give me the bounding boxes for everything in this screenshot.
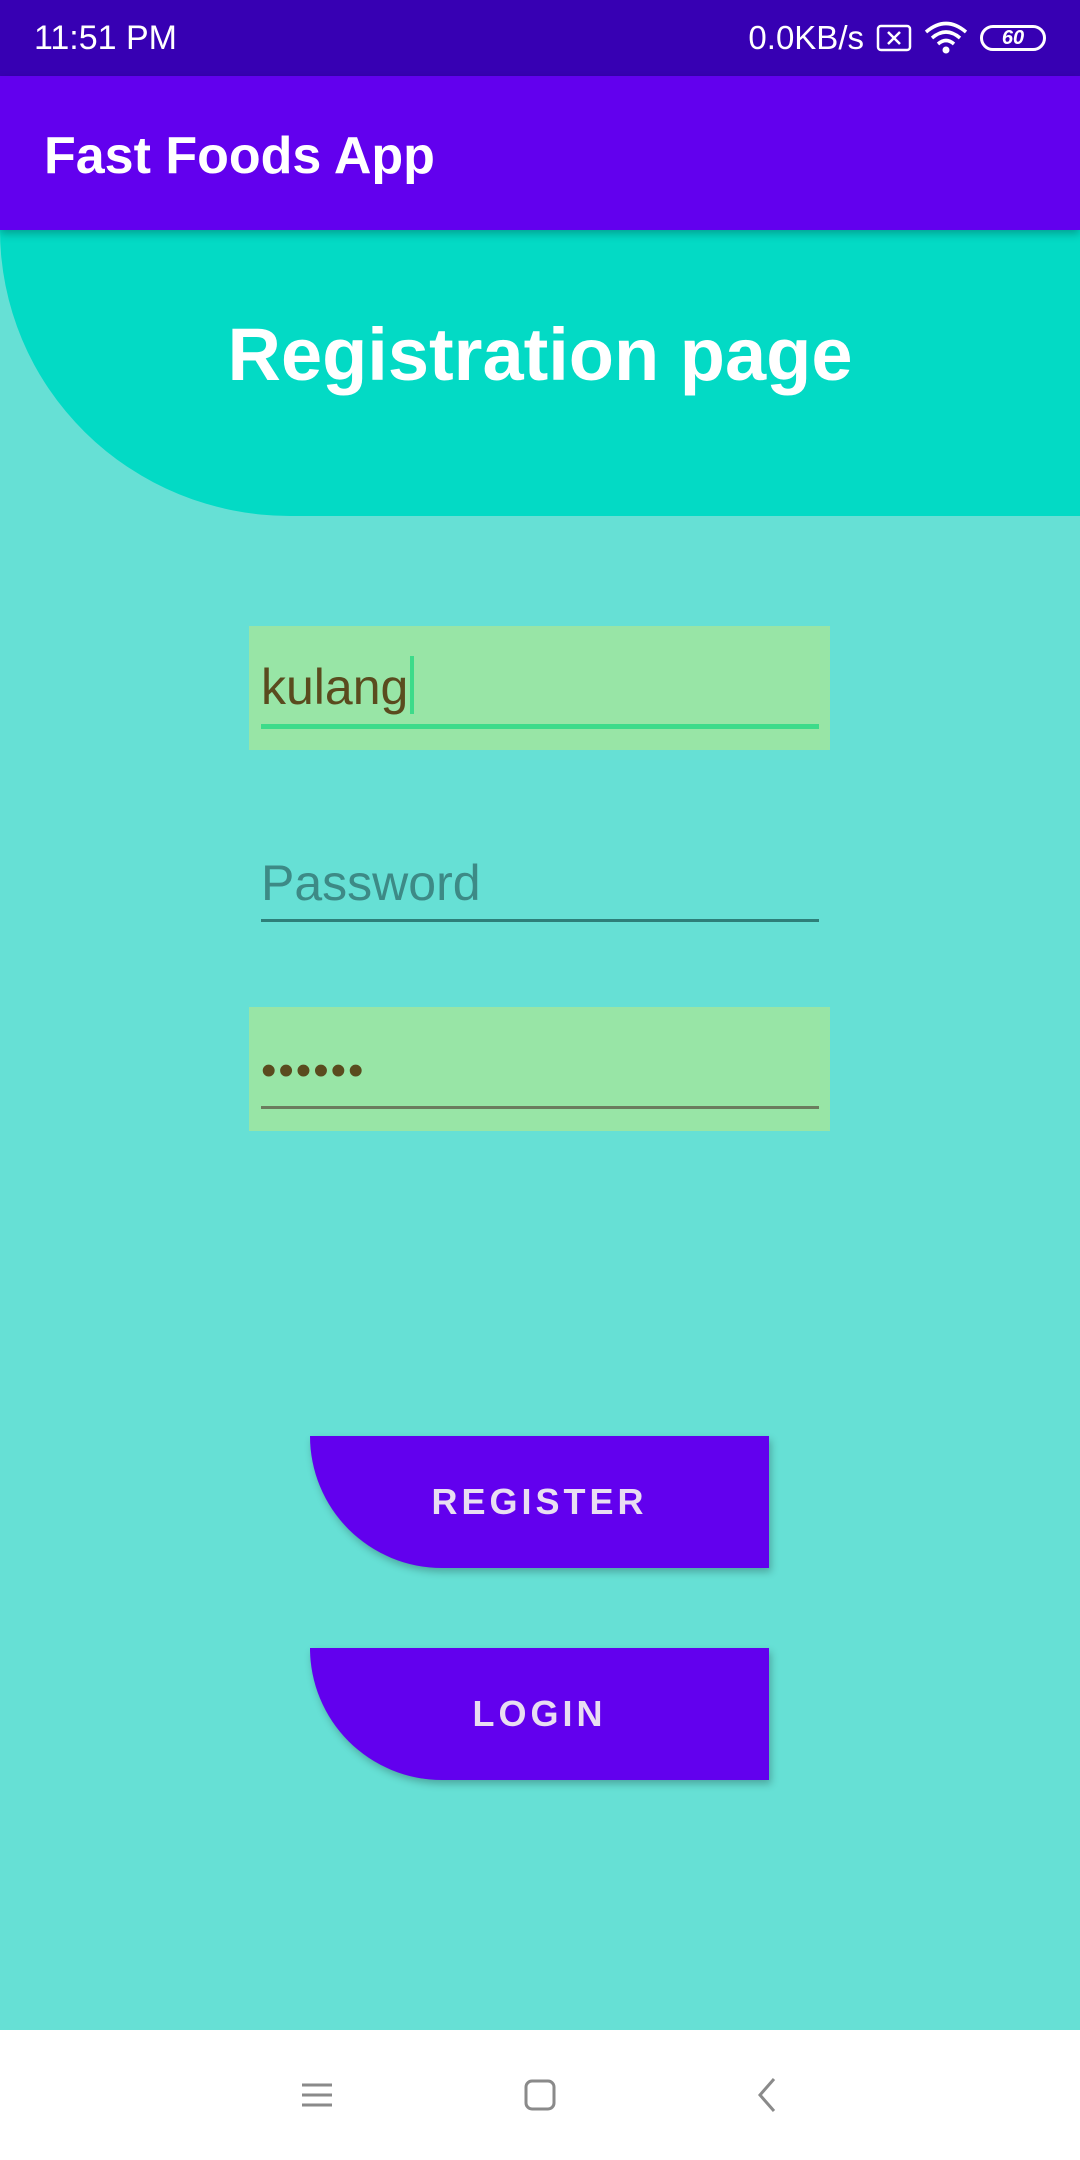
confirm-password-underline bbox=[261, 1106, 819, 1109]
app-title: Fast Foods App bbox=[44, 127, 435, 185]
status-icons: 0.0KB/s 60 bbox=[748, 18, 1046, 58]
battery-icon: 60 bbox=[980, 25, 1046, 51]
password-field[interactable]: Password bbox=[249, 825, 830, 949]
username-underline bbox=[261, 724, 819, 729]
login-button[interactable]: LOGIN bbox=[310, 1648, 769, 1780]
home-icon[interactable] bbox=[510, 2065, 570, 2125]
confirm-password-field[interactable]: •••••• bbox=[249, 1007, 830, 1131]
register-button[interactable]: REGISTER bbox=[310, 1436, 769, 1568]
wifi-icon bbox=[924, 21, 968, 55]
status-time: 11:51 PM bbox=[34, 19, 178, 57]
back-icon[interactable] bbox=[737, 2065, 797, 2125]
network-speed: 0.0KB/s bbox=[748, 19, 864, 56]
password-placeholder: Password bbox=[261, 855, 481, 911]
battery-level: 60 bbox=[1001, 26, 1025, 49]
username-field[interactable]: kulang bbox=[249, 626, 830, 750]
username-value: kulang bbox=[261, 659, 409, 715]
navigation-bar bbox=[0, 2030, 1080, 2160]
page-title: Registration page bbox=[227, 313, 853, 396]
menu-icon[interactable] bbox=[287, 2065, 347, 2125]
password-dots: •••••• bbox=[261, 1046, 366, 1095]
status-bar: 11:51 PM 0.0KB/s 60 bbox=[0, 0, 1080, 76]
text-cursor bbox=[410, 656, 415, 714]
password-underline bbox=[261, 919, 819, 922]
header-banner: Registration page bbox=[0, 230, 1080, 516]
data-off-icon bbox=[876, 24, 912, 52]
app-bar: Fast Foods App bbox=[0, 76, 1080, 230]
